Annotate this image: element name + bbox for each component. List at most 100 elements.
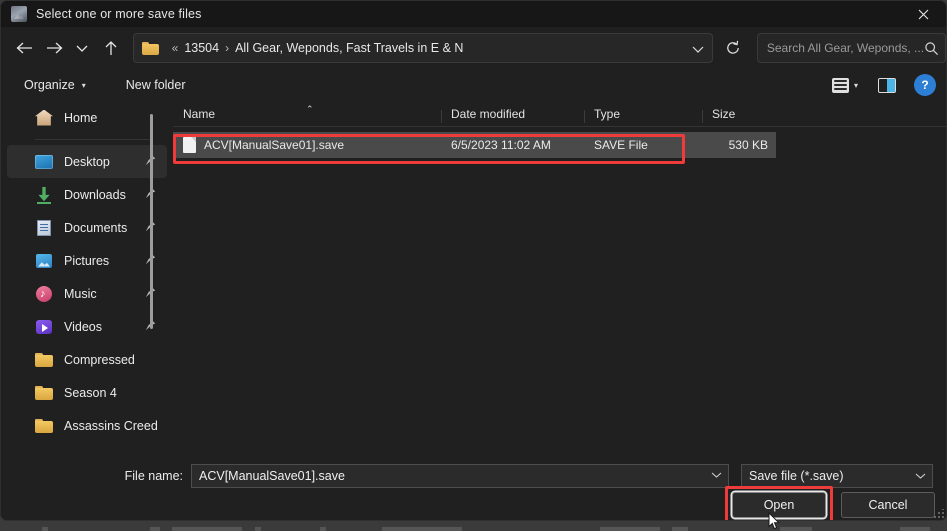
breadcrumb-current[interactable]: All Gear, Weponds, Fast Travels in E & N (235, 41, 463, 55)
breadcrumb-overflow[interactable]: « (172, 41, 179, 55)
address-bar[interactable]: « 13504 › All Gear, Weponds, Fast Travel… (132, 33, 713, 64)
sidebar-divider (35, 139, 153, 140)
preview-pane-button[interactable] (872, 72, 902, 98)
file-rows: ACV[ManualSave01].save 6/5/2023 11:02 AM… (173, 132, 946, 164)
window-title: Select one or more save files (36, 7, 202, 21)
folder-icon (141, 41, 159, 55)
back-icon[interactable] (9, 33, 39, 63)
breadcrumb-separator: › (225, 41, 230, 55)
cell-type: SAVE File (594, 138, 648, 152)
open-button[interactable]: Open (732, 492, 826, 518)
sidebar-item-label: Season 4 (64, 385, 117, 400)
downloads-icon (35, 186, 53, 204)
sort-ascending-icon: ⌃ (306, 104, 314, 114)
column-header-label: Name (183, 107, 216, 121)
sidebar-item-home[interactable]: Home (7, 101, 167, 134)
view-options-button[interactable]: ▾ (828, 74, 862, 97)
sidebar-item-label: Compressed (64, 352, 135, 367)
column-header-type[interactable]: Type (584, 107, 702, 126)
sidebar-item-label: Desktop (64, 154, 110, 169)
sidebar-item-label: Pictures (64, 253, 110, 268)
view-chevron-down-icon[interactable]: ▾ (854, 81, 858, 90)
cancel-button[interactable]: Cancel (841, 492, 935, 518)
dialog-body: Home Desktop Downloads Documents Picture… (1, 101, 946, 456)
file-name-field[interactable] (191, 464, 729, 488)
file-name-row: File name: Save file (*.save) (1, 462, 946, 490)
sidebar-item-desktop[interactable]: Desktop (7, 145, 167, 178)
column-headers: Name ⌃ Date modified Type Size (173, 101, 946, 127)
documents-icon (35, 219, 53, 237)
sidebar-item-season-4[interactable]: Season 4 (7, 376, 167, 409)
refresh-icon[interactable] (719, 33, 747, 63)
home-icon (35, 109, 53, 127)
sidebar-item-label: Music (64, 286, 97, 301)
up-icon[interactable] (96, 33, 126, 63)
navigation-sidebar: Home Desktop Downloads Documents Picture… (1, 101, 173, 456)
organize-button[interactable]: Organize ▾ (15, 74, 95, 96)
file-list-pane: Name ⌃ Date modified Type Size ACV[Manua… (173, 101, 946, 456)
cell-size: 530 KB (728, 138, 768, 152)
folder-icon (35, 351, 53, 369)
command-bar: Organize ▾ New folder ▾ ? (1, 69, 946, 101)
folder-icon (35, 417, 53, 435)
file-name-text: ACV[ManualSave01].save (204, 138, 345, 152)
new-folder-button[interactable]: New folder (117, 74, 195, 96)
search-icon[interactable] (924, 41, 939, 56)
chevron-down-icon: ▾ (81, 80, 86, 90)
sidebar-item-label: Assassins Creed (64, 418, 158, 433)
screen: Select one or more save files « 13504 › … (0, 0, 947, 531)
search-box[interactable] (756, 33, 946, 63)
desktop-icon (35, 153, 53, 171)
column-header-size[interactable]: Size (702, 107, 786, 126)
filter-chevron-down-icon (915, 469, 926, 483)
new-folder-label: New folder (125, 78, 186, 92)
file-type-filter-value: Save file (*.save) (749, 469, 844, 483)
sidebar-item-pictures[interactable]: Pictures (7, 244, 167, 277)
file-type-filter-dropdown[interactable]: Save file (*.save) (741, 464, 933, 488)
column-header-label: Date modified (451, 107, 526, 121)
music-icon (35, 285, 53, 303)
sidebar-item-label: Videos (64, 319, 102, 334)
file-name-chevron-down-icon[interactable] (711, 471, 722, 481)
column-header-date-modified[interactable]: Date modified (441, 107, 584, 126)
sidebar-scrollbar[interactable] (150, 114, 153, 329)
file-name-input[interactable] (199, 469, 711, 483)
organize-label: Organize (24, 78, 75, 92)
title-bar: Select one or more save files (1, 1, 946, 27)
column-header-label: Type (594, 107, 621, 121)
app-image-icon (11, 6, 27, 22)
close-icon[interactable] (900, 1, 946, 27)
sidebar-item-music[interactable]: Music (7, 277, 167, 310)
sidebar-item-compressed[interactable]: Compressed (7, 343, 167, 376)
search-input[interactable] (766, 41, 924, 55)
navigation-bar: « 13504 › All Gear, Weponds, Fast Travel… (1, 27, 946, 69)
sidebar-item-documents[interactable]: Documents (7, 211, 167, 244)
address-chevron-down-icon[interactable] (692, 34, 704, 64)
forward-icon[interactable] (39, 33, 69, 63)
breadcrumb-root[interactable]: 13504 (184, 41, 219, 55)
recent-locations-chevron-down-icon[interactable] (69, 33, 95, 63)
file-icon (183, 137, 196, 153)
file-open-dialog: Select one or more save files « 13504 › … (0, 0, 947, 521)
sidebar-item-videos[interactable]: Videos (7, 310, 167, 343)
column-header-label: Size (712, 107, 736, 121)
column-header-name[interactable]: Name ⌃ (173, 104, 441, 126)
file-name-label: File name: (124, 469, 183, 483)
cell-date-modified: 6/5/2023 11:02 AM (451, 138, 551, 152)
sidebar-item-assassins-creed[interactable]: Assassins Creed (7, 409, 167, 442)
table-row[interactable]: ACV[ManualSave01].save 6/5/2023 11:02 AM… (173, 132, 776, 158)
preview-pane-icon (878, 77, 896, 93)
list-view-icon (831, 77, 849, 93)
folder-icon (35, 384, 53, 402)
help-button[interactable]: ? (914, 74, 936, 96)
sidebar-item-label: Downloads (64, 187, 126, 202)
cell-name: ACV[ManualSave01].save (173, 137, 441, 153)
videos-icon (35, 318, 53, 336)
sidebar-item-label: Home (64, 110, 98, 125)
sidebar-item-label: Documents (64, 220, 128, 235)
sidebar-item-downloads[interactable]: Downloads (7, 178, 167, 211)
resize-grip[interactable] (934, 509, 944, 519)
pictures-icon (35, 252, 53, 270)
dialog-footer: File name: Save file (*.save) Open Cance… (1, 456, 946, 520)
dialog-buttons: Open Cancel (732, 492, 935, 518)
